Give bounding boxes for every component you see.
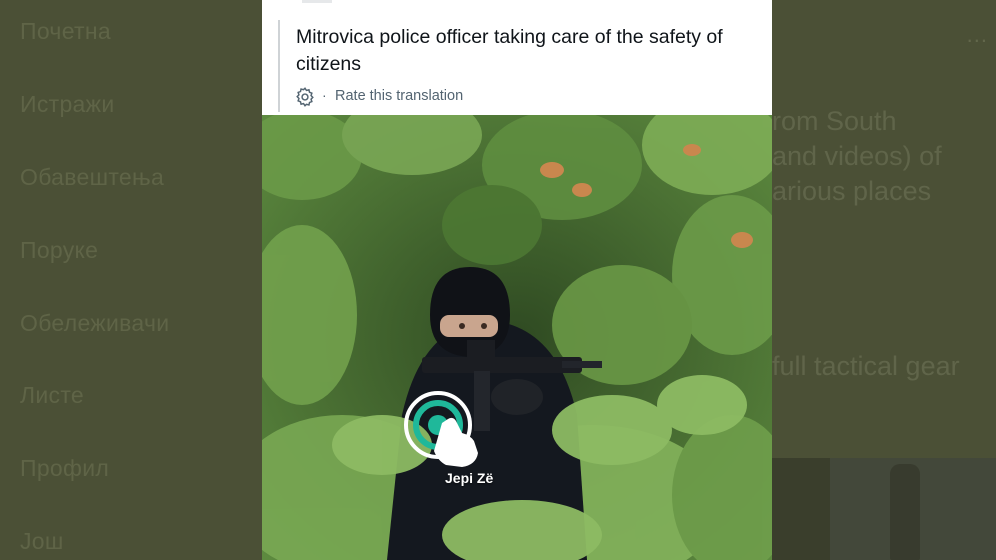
- background-post: ... rom South and videos) of arious plac…: [772, 0, 996, 560]
- sidebar-item-notifications[interactable]: Обавештења: [20, 164, 164, 191]
- watermark-label: Jepi Zë: [445, 470, 494, 486]
- sidebar-item-explore[interactable]: Истражи: [20, 91, 114, 118]
- post-text-line: and videos) of: [772, 141, 942, 171]
- photo-illustration: [262, 115, 772, 560]
- post-photo[interactable]: Jepi Zë: [262, 115, 772, 560]
- quote-bar: [278, 20, 280, 112]
- rate-translation-link[interactable]: Rate this translation: [335, 88, 463, 104]
- sidebar-item-profile[interactable]: Профил: [20, 455, 109, 482]
- sidebar-item-home[interactable]: Почетна: [20, 18, 111, 45]
- sidebar-item-messages[interactable]: Поруке: [20, 237, 98, 264]
- translation-block: Mitrovica police officer taking care of …: [262, 0, 772, 115]
- post-text-line: arious places: [772, 176, 932, 206]
- sidebar-nav: Почетна Истражи Обавештења Поруке Обележ…: [0, 0, 262, 560]
- thumbnail-figure: [890, 464, 920, 560]
- sidebar-item-more[interactable]: Још: [20, 528, 64, 555]
- post-text-line: rom South: [772, 106, 897, 136]
- post-text-line: full tactical gear: [772, 351, 960, 381]
- gear-icon[interactable]: [294, 86, 316, 108]
- media-viewer-card: Mitrovica police officer taking care of …: [262, 0, 772, 560]
- post-media-thumbnail[interactable]: [772, 458, 996, 560]
- thumbnail-panel: [772, 458, 830, 560]
- more-options-icon[interactable]: ...: [967, 22, 988, 48]
- sidebar-item-bookmarks[interactable]: Обележивачи: [20, 310, 169, 337]
- translated-text: Mitrovica police officer taking care of …: [296, 26, 723, 75]
- sidebar-item-lists[interactable]: Листе: [20, 382, 84, 409]
- separator: ·: [322, 87, 327, 103]
- divider: [302, 0, 332, 3]
